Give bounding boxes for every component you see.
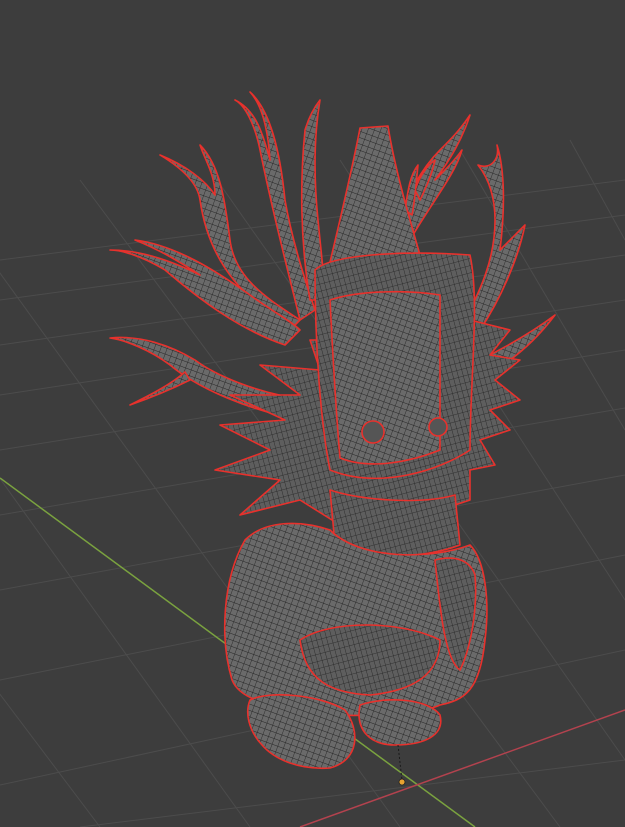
head-inner xyxy=(329,290,441,465)
tree-creature-mesh[interactable] xyxy=(109,91,556,770)
viewport-canvas[interactable] xyxy=(0,0,625,827)
branch-left-mid xyxy=(109,239,301,346)
eye-left xyxy=(361,420,385,444)
right-foot xyxy=(358,699,442,746)
cone-hat xyxy=(329,125,421,263)
origin-relation-line xyxy=(397,744,403,781)
eye-right xyxy=(428,417,448,437)
object-origin-dot[interactable] xyxy=(398,778,406,786)
3d-viewport[interactable] xyxy=(0,0,625,827)
left-foot xyxy=(246,694,356,770)
branch-left-twig xyxy=(129,371,191,406)
